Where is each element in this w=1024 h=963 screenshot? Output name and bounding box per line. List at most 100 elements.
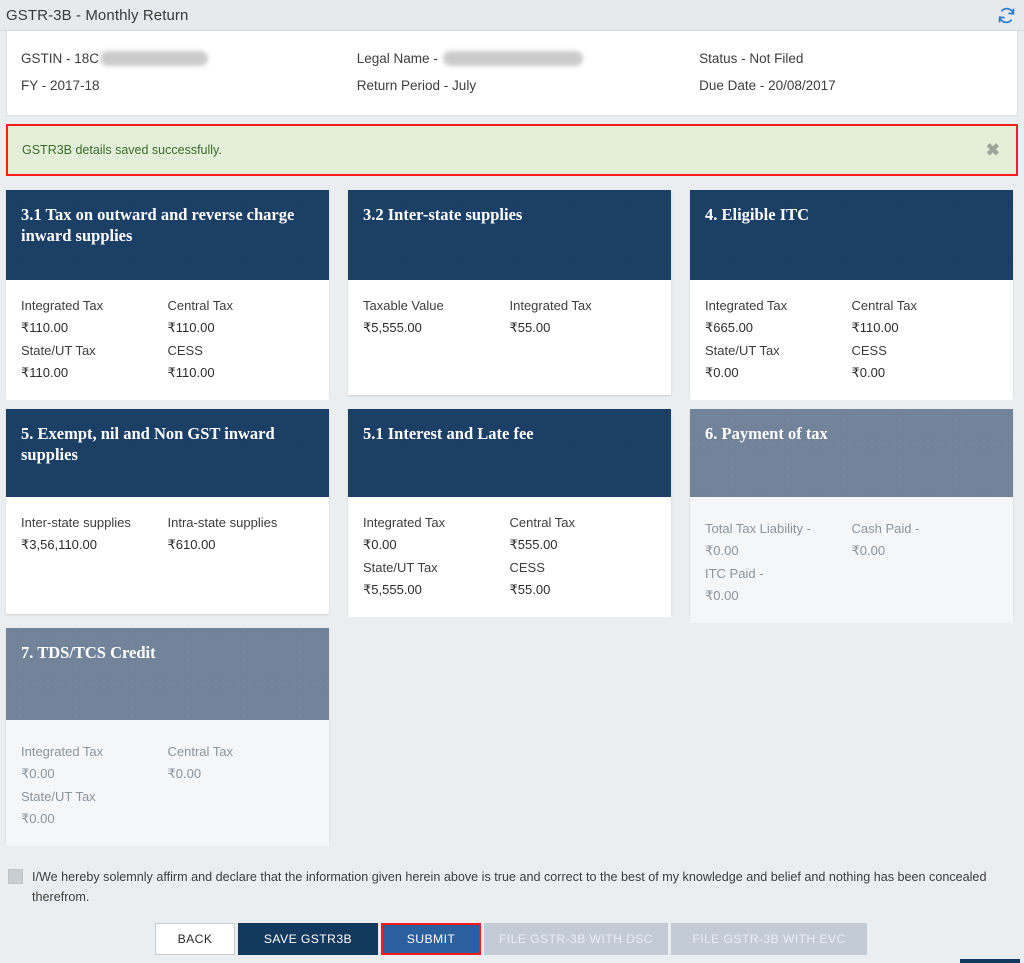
field-value: ₹0.00: [705, 543, 739, 558]
fy-label: FY - 2017-18: [21, 78, 100, 93]
declaration-text: I/We hereby solemnly affirm and declare …: [32, 870, 987, 904]
file-gstr3b-with-dsc-button[interactable]: FILE GSTR-3B WITH DSC: [484, 923, 668, 955]
field-value: ₹610.00: [167, 537, 216, 552]
tile-body: Taxable Value ₹5,555.00 Integrated Tax ₹55.…: [348, 280, 671, 395]
field-label: Integrated Tax: [21, 744, 104, 759]
field-label: Intra-state supplies: [167, 515, 278, 530]
tile-title: 3.1 Tax on outward and reverse charge in…: [21, 205, 295, 245]
field-value: ₹55.00: [509, 582, 551, 597]
field-label: ITC Paid -: [705, 566, 764, 581]
tile-field-column-right: Central Tax ₹110.00 CESS ₹0.00: [852, 294, 999, 384]
window-titlebar: GSTR-3B - Monthly Return: [0, 0, 1024, 31]
field-label: Integrated Tax: [363, 515, 446, 530]
profile-column-gstin: GSTIN - 18C FY - 2017-18: [7, 45, 349, 99]
tile-title: 5. Exempt, nil and Non GST inward suppli…: [21, 424, 275, 464]
field-label: Central Tax: [509, 515, 576, 530]
legal-name-redaction: [442, 51, 583, 66]
field-value: ₹555.00: [509, 537, 558, 552]
tile-title: 4. Eligible ITC: [705, 205, 810, 224]
tile-field-column-right: Integrated Tax ₹55.00: [510, 294, 657, 379]
field-label: Taxable Value: [363, 298, 444, 313]
summary-tile[interactable]: 5. Exempt, nil and Non GST inward suppli…: [6, 409, 329, 614]
field-label: Central Tax: [167, 744, 234, 759]
alert-region: GSTR3B details saved successfully. ✖: [6, 124, 1018, 176]
tile-body: Inter-state supplies ₹3,56,110.00 Intra-st…: [6, 497, 329, 614]
refresh-icon[interactable]: [997, 6, 1016, 25]
field-value: ₹0.00: [705, 365, 739, 380]
summary-tile[interactable]: 6. Payment of tax Total Tax Liability - ₹0…: [690, 409, 1013, 623]
back-button[interactable]: BACK: [155, 923, 235, 955]
field-value: ₹3,56,110.00: [21, 537, 97, 552]
field-label: State/UT Tax: [363, 560, 438, 575]
field-label: Integrated Tax: [21, 298, 104, 313]
field-label: Inter-state supplies: [21, 515, 131, 530]
action-button-bar: BACK SAVE GSTR3B SUBMIT FILE GSTR-3B WIT…: [0, 923, 1024, 955]
tile-header: 4. Eligible ITC: [690, 190, 1013, 280]
return-period-label: Return Period - July: [356, 78, 477, 93]
field-label: Central Tax: [851, 298, 918, 313]
tile-field-column-right: Central Tax ₹110.00 CESS ₹110.00: [168, 294, 315, 384]
return-profile-strip: GSTIN - 18C FY - 2017-18 Legal Name - Re…: [6, 31, 1018, 116]
tile-field-column-left: Total Tax Liability - ₹0.00 ITC Paid - ₹0.0…: [705, 517, 852, 607]
field-value: ₹0.00: [851, 543, 886, 558]
profile-column-status: Status - Not Filed Due Date - 20/08/2017: [691, 45, 1017, 99]
success-alert: GSTR3B details saved successfully. ✖: [6, 124, 1018, 176]
save-gstr3b-button[interactable]: SAVE GSTR3B: [238, 923, 378, 955]
field-value: ₹5,555.00: [363, 582, 422, 597]
field-value: ₹0.00: [363, 537, 397, 552]
field-value: ₹0.00: [21, 811, 55, 826]
gstin-redaction: [100, 51, 209, 66]
file-gstr3b-with-evc-button[interactable]: FILE GSTR-3B WITH EVC: [671, 923, 867, 955]
legal-name-row: Legal Name -: [357, 45, 691, 72]
field-label: Cash Paid -: [851, 521, 920, 536]
tile-field-column-right: Intra-state supplies ₹610.00: [168, 511, 315, 598]
tile-field-column-left: Integrated Tax ₹665.00 State/UT Tax ₹0.00: [705, 294, 852, 384]
submit-button[interactable]: SUBMIT: [383, 925, 479, 953]
profile-column-legalname: Legal Name - Return Period - July: [349, 45, 691, 99]
tile-title: 6. Payment of tax: [705, 424, 828, 443]
field-value: ₹0.00: [21, 766, 55, 781]
tile-body: Integrated Tax ₹110.00 State/UT Tax ₹110.00…: [6, 280, 329, 400]
due-date-label: Due Date - 20/08/2017: [699, 78, 836, 93]
tile-header: 7. TDS/TCS Credit: [6, 628, 329, 720]
close-icon[interactable]: ✖: [986, 142, 1000, 159]
field-label: State/UT Tax: [21, 343, 96, 358]
tile-header: 6. Payment of tax: [690, 409, 1013, 497]
declaration-checkbox[interactable]: [8, 869, 23, 884]
summary-tile[interactable]: 3.2 Inter-state supplies Taxable Value ₹5,…: [348, 190, 671, 395]
tile-title: 5.1 Interest and Late fee: [363, 424, 534, 443]
legal-name-label: Legal Name -: [356, 51, 442, 66]
field-label: Central Tax: [167, 298, 234, 313]
summary-tile[interactable]: 7. TDS/TCS Credit Integrated Tax ₹0.00 Stat…: [6, 628, 329, 846]
tile-title: 7. TDS/TCS Credit: [21, 643, 156, 662]
field-label: CESS: [851, 343, 887, 358]
tile-field-column-right: Central Tax ₹0.00: [168, 740, 315, 830]
tile-field-column-right: Cash Paid - ₹0.00: [852, 517, 999, 607]
field-value: ₹110.00: [167, 365, 215, 380]
tile-header: 3.2 Inter-state supplies: [348, 190, 671, 280]
tile-field-column-right: Central Tax ₹555.00 CESS ₹55.00: [510, 511, 657, 601]
field-label: CESS: [167, 343, 203, 358]
tile-field-column-left: Integrated Tax ₹0.00 State/UT Tax ₹0.00: [21, 740, 168, 830]
summary-tile[interactable]: 3.1 Tax on outward and reverse charge in…: [6, 190, 329, 400]
gstin-label: GSTIN - 18C: [21, 51, 100, 66]
tile-body: Total Tax Liability - ₹0.00 ITC Paid - ₹0.0…: [690, 497, 1013, 623]
summary-tile-grid: 3.1 Tax on outward and reverse charge in…: [6, 190, 1018, 846]
alert-message: GSTR3B details saved successfully.: [22, 143, 222, 157]
field-value: ₹0.00: [167, 766, 202, 781]
declaration-row: I/We hereby solemnly affirm and declare …: [8, 867, 1018, 907]
summary-tile[interactable]: 4. Eligible ITC Integrated Tax ₹665.00 Stat…: [690, 190, 1013, 400]
field-value: ₹0.00: [851, 365, 886, 380]
tile-field-column-left: Inter-state supplies ₹3,56,110.00: [21, 511, 168, 598]
tile-body: Integrated Tax ₹665.00 State/UT Tax ₹0.00 Ce…: [690, 280, 1013, 400]
field-value: ₹665.00: [705, 320, 754, 335]
summary-tile[interactable]: 5.1 Interest and Late fee Integrated Tax ₹…: [348, 409, 671, 617]
gstin-row: GSTIN - 18C: [21, 45, 349, 72]
tile-body: Integrated Tax ₹0.00 State/UT Tax ₹0.00 Cent…: [6, 720, 329, 846]
tile-header: 5. Exempt, nil and Non GST inward suppli…: [6, 409, 329, 497]
field-label: State/UT Tax: [21, 789, 96, 804]
field-value: ₹110.00: [167, 320, 215, 335]
submit-button-highlight: SUBMIT: [381, 923, 481, 955]
page-title: GSTR-3B - Monthly Return: [6, 6, 189, 24]
field-label: Integrated Tax: [705, 298, 788, 313]
